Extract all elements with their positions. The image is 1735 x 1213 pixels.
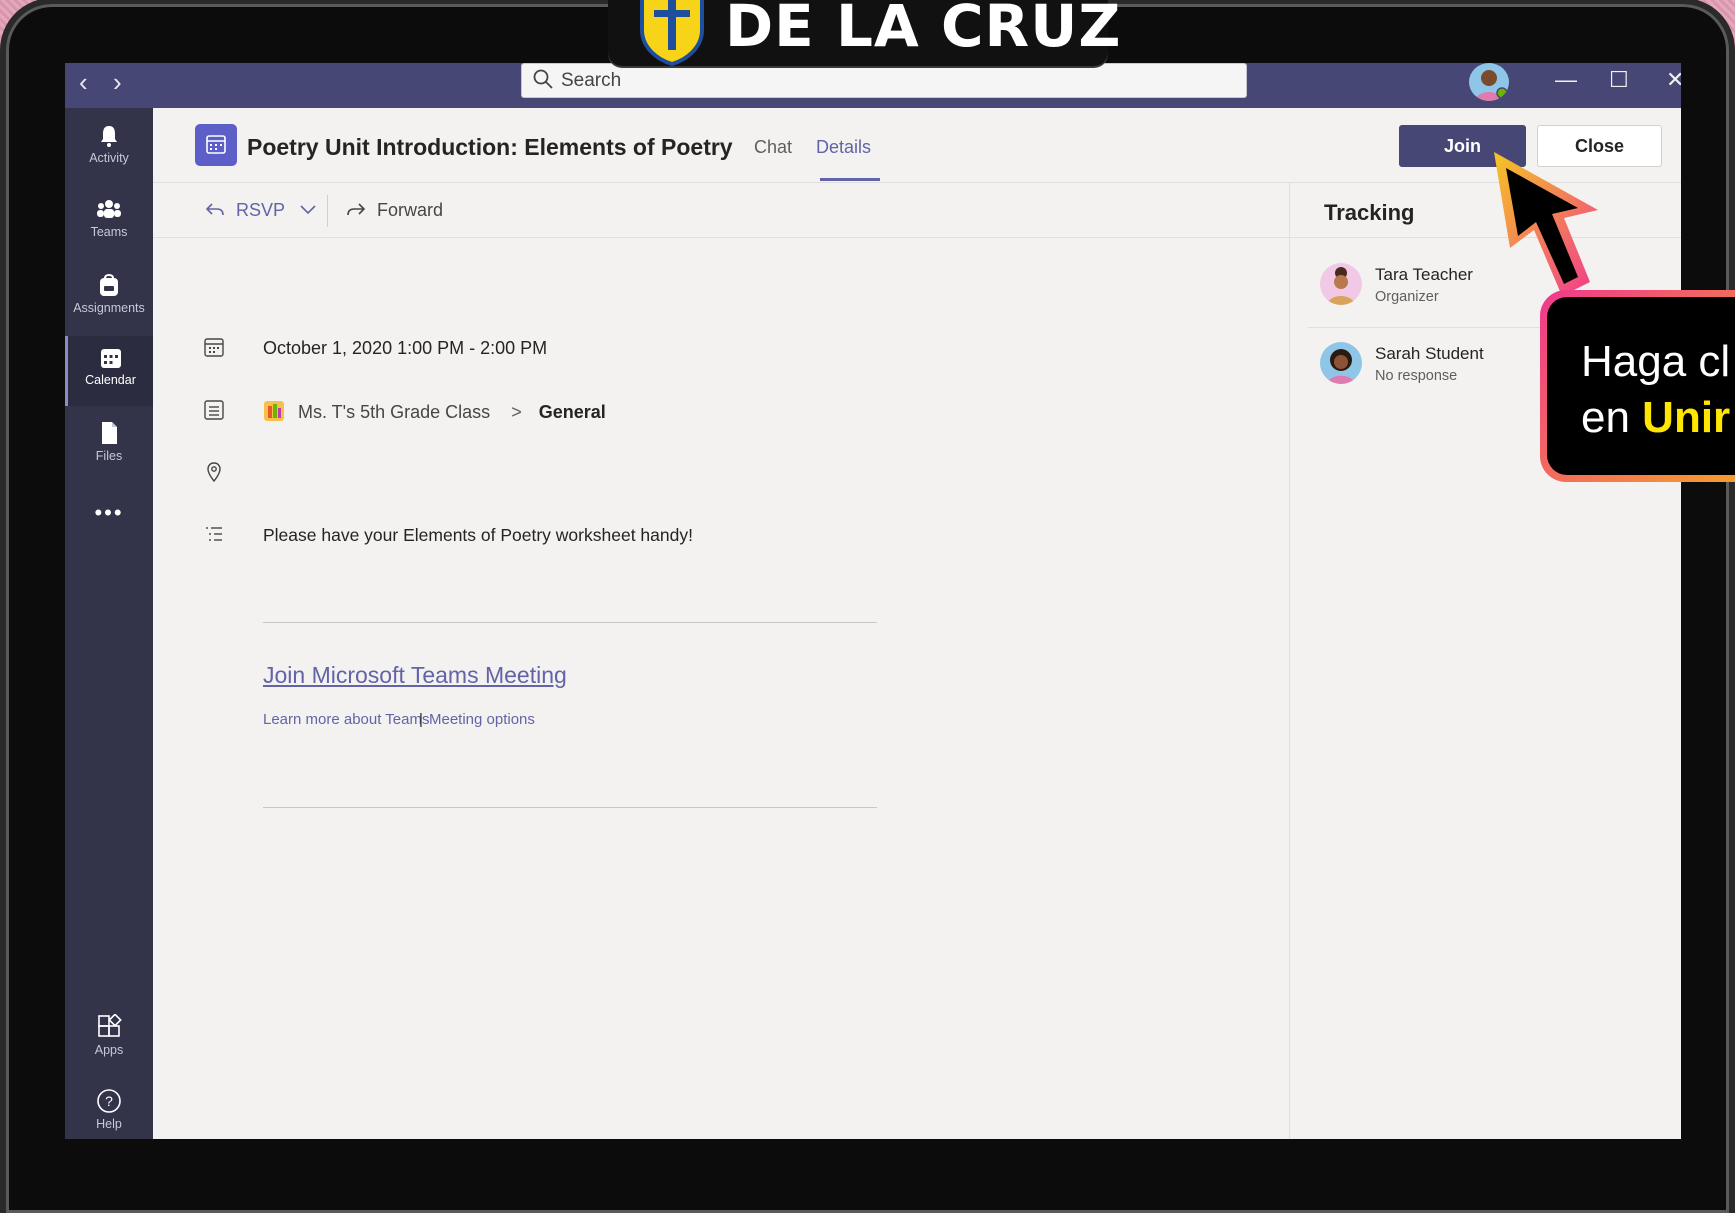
window-close-button[interactable]: ✕	[1666, 67, 1681, 93]
appbar-label: Teams	[90, 225, 128, 239]
forward-arrow-icon[interactable]: ›	[113, 67, 122, 98]
meeting-datetime: October 1, 2020 1:00 PM - 2:00 PM	[263, 338, 548, 358]
pointer-arrow-icon	[1494, 152, 1598, 296]
avatar	[1320, 263, 1362, 305]
link-separator: |	[419, 711, 423, 728]
maximize-button[interactable]: ☐	[1609, 67, 1629, 93]
meeting-description: Please have your Elements of Poetry work…	[263, 525, 693, 545]
team-name: Ms. T's 5th Grade Class	[298, 402, 491, 422]
toolbar-divider	[327, 195, 328, 227]
laptop-bezel: ‹ › Search — ☐ ✕ Activity Teams Assignme…	[6, 4, 1729, 1213]
appbar-label: Activity	[89, 151, 129, 165]
divider	[263, 622, 877, 623]
appbar-label: Assignments	[73, 301, 145, 315]
callout-bold: Unir	[1642, 393, 1731, 442]
meeting-details: RSVP Forward October 1, 2020 1:00 PM - 2…	[153, 183, 1289, 1139]
appbar-item-apps[interactable]: Apps	[65, 1004, 153, 1074]
meeting-header: Poetry Unit Introduction: Elements of Po…	[153, 108, 1681, 183]
minimize-button[interactable]: —	[1555, 67, 1577, 93]
attendee-status: No response	[1375, 368, 1458, 384]
help-icon: ?	[97, 1089, 121, 1113]
apps-icon	[98, 1014, 122, 1037]
rsvp-label: RSVP	[236, 200, 285, 220]
calendar-icon	[100, 349, 121, 368]
brand-name: DE LA CRUZ	[725, 0, 1122, 60]
tab-details[interactable]: Details	[816, 137, 871, 158]
appbar-item-calendar[interactable]: Calendar	[65, 336, 153, 406]
details-toolbar: RSVP Forward	[153, 183, 1289, 238]
rsvp-button[interactable]: RSVP	[205, 200, 316, 221]
forward-button[interactable]: Forward	[346, 200, 443, 221]
back-arrow-icon[interactable]: ‹	[79, 67, 88, 98]
forward-label: Forward	[377, 200, 444, 220]
school-crest-logo	[640, 0, 704, 66]
appbar-item-activity[interactable]: Activity	[65, 114, 153, 184]
reply-icon	[205, 203, 224, 216]
user-avatar-icon	[1475, 70, 1508, 101]
teams-icon	[97, 200, 121, 218]
more-apps-icon[interactable]: •••	[65, 500, 153, 570]
calendar-icon	[204, 338, 224, 357]
appbar-item-help[interactable]: ? Help	[65, 1078, 153, 1139]
attendee-name: Tara Teacher	[1375, 265, 1473, 284]
attendee-status: Organizer	[1375, 289, 1439, 305]
callout-prefix: en	[1581, 393, 1643, 442]
divider	[1290, 237, 1681, 238]
team-logo-icon	[264, 401, 284, 421]
title-bar: ‹ › Search — ☐ ✕	[65, 63, 1681, 108]
channel-icon	[204, 400, 224, 420]
tracking-title: Tracking	[1324, 200, 1415, 225]
appbar-item-assignments[interactable]: Assignments	[65, 262, 153, 332]
active-tab-indicator	[820, 178, 880, 181]
join-meeting-link[interactable]: Join Microsoft Teams Meeting	[263, 662, 567, 689]
svg-text:?: ?	[105, 1093, 113, 1109]
avatar	[1320, 342, 1362, 384]
appbar-label: Help	[96, 1117, 122, 1131]
teams-window: ‹ › Search — ☐ ✕ Activity Teams Assignme…	[65, 63, 1681, 1139]
callout-line2: en Unir	[1581, 393, 1730, 443]
search-placeholder: Search	[561, 70, 622, 91]
appbar-label: Calendar	[85, 373, 136, 387]
attendee-name: Sarah Student	[1375, 344, 1484, 363]
appbar-label: Apps	[94, 1043, 124, 1057]
appbar-item-files[interactable]: Files	[65, 410, 153, 480]
chevron-right-icon: >	[511, 402, 522, 422]
location-pin-icon	[207, 462, 221, 483]
meeting-channel[interactable]: Ms. T's 5th Grade Class > General	[263, 400, 606, 423]
backpack-icon	[100, 274, 118, 296]
chevron-down-icon	[300, 205, 316, 215]
description-icon	[206, 527, 222, 541]
appbar-item-teams[interactable]: Teams	[65, 188, 153, 258]
app-bar: Activity Teams Assignments Calendar File…	[65, 108, 153, 1139]
learn-more-link[interactable]: Learn more about Teams	[263, 711, 430, 728]
meeting-options-link[interactable]: Meeting options	[429, 711, 535, 728]
bell-icon	[101, 126, 117, 147]
meeting-calendar-icon	[195, 124, 237, 166]
user-avatar[interactable]	[1469, 63, 1509, 101]
file-icon	[102, 422, 117, 444]
instruction-callout: Haga cl en Unir	[1540, 290, 1735, 482]
divider	[263, 807, 877, 808]
tab-chat[interactable]: Chat	[754, 137, 792, 158]
search-input[interactable]: Search	[521, 63, 1247, 98]
search-icon	[533, 69, 553, 89]
page-title: Poetry Unit Introduction: Elements of Po…	[247, 134, 733, 160]
forward-icon	[347, 203, 366, 216]
channel-name: General	[538, 402, 606, 422]
callout-line1: Haga cl	[1581, 337, 1731, 386]
brand-banner: DE LA CRUZ	[608, 0, 1120, 66]
appbar-label: Files	[95, 449, 123, 463]
